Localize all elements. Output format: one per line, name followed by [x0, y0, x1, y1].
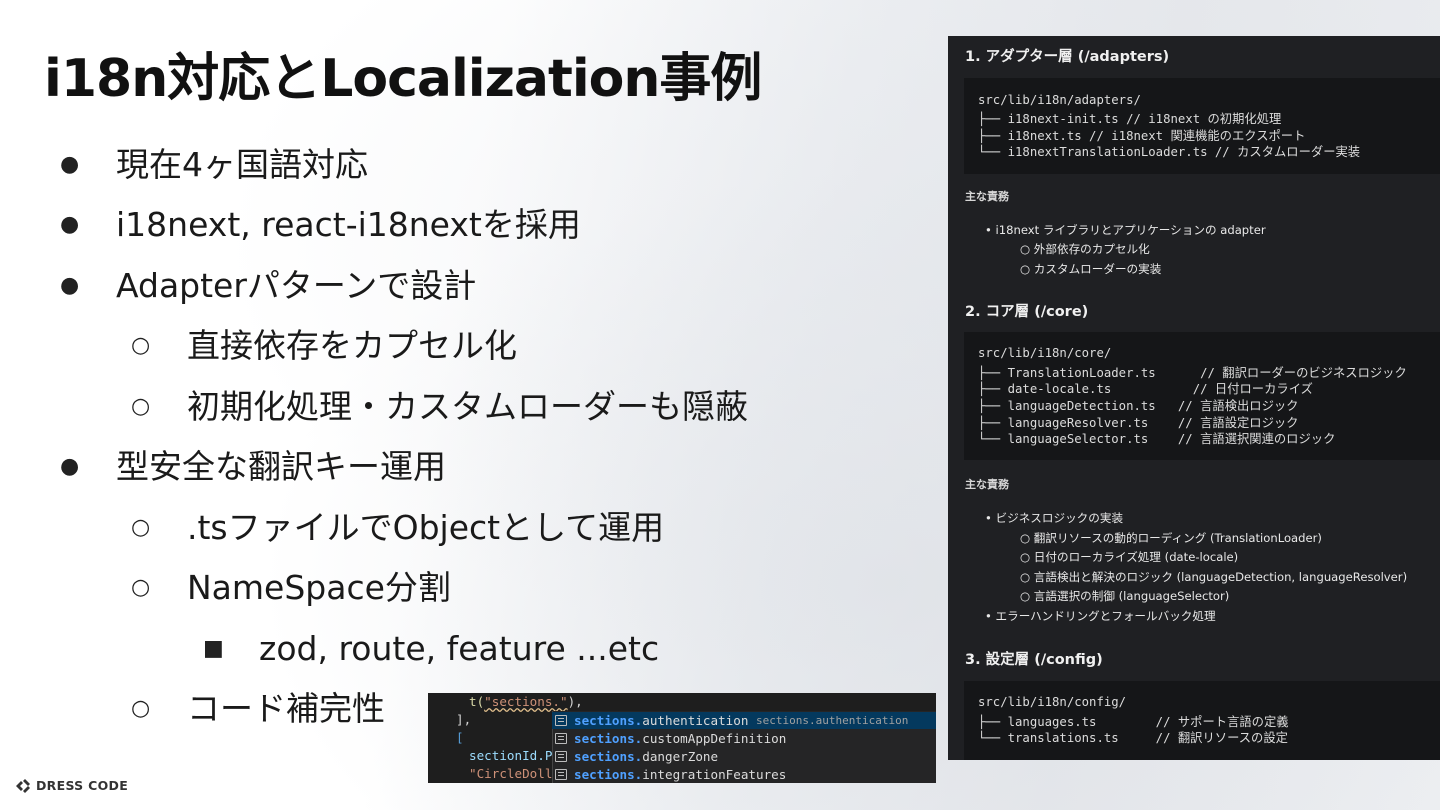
- suggestion-item[interactable]: sections.dangerZone: [552, 748, 936, 765]
- responsibility-subitem: ○ 言語選択の制御 (languageSelector): [1020, 589, 1230, 603]
- bullet-text: 直接依存をカプセル化: [187, 326, 517, 365]
- code-line: └── translations.ts // 翻訳リソースの設定: [978, 731, 1288, 745]
- bullet-text: i18next, react-i18nextを採用: [116, 205, 581, 244]
- bullet-marker: ●: [60, 454, 80, 479]
- section-heading-config: 3. 設定層 (/config): [965, 652, 1103, 668]
- responsibility-item: • ビジネスロジックの実装: [985, 511, 1124, 525]
- bullet-marker: ■: [203, 636, 224, 661]
- code-block-config: src/lib/i18n/config/ ├── languages.ts //…: [964, 681, 1440, 760]
- field-icon: [555, 733, 567, 744]
- editor-line: "CircleDolla: [469, 766, 560, 781]
- code-line: └── languageSelector.ts // 言語選択関連のロジック: [978, 432, 1336, 446]
- responsibility-subitem: ○ 言語検出と解決のロジック (languageDetection, langu…: [1020, 570, 1408, 584]
- suggestion-item[interactable]: sections.customAppDefinition: [552, 730, 936, 747]
- section-heading-adapters: 1. アダプター層 (/adapters): [965, 49, 1170, 65]
- field-icon: [555, 769, 567, 780]
- bullet-marker: ○: [131, 515, 151, 540]
- editor-line: [: [456, 730, 464, 745]
- slide-title: i18n対応とLocalization事例: [44, 49, 762, 109]
- bullet-marker: ○: [131, 575, 151, 600]
- editor-line: t("sections."),: [469, 694, 583, 709]
- responsibility-heading: 主な責務: [965, 478, 1009, 491]
- code-line: └── i18nextTranslationLoader.ts // カスタムロ…: [978, 145, 1361, 159]
- bullet-text: 現在4ヶ国語対応: [116, 145, 368, 184]
- bullet-text: zod, route, feature ...etc: [259, 629, 660, 668]
- responsibility-heading: 主な責務: [965, 190, 1009, 203]
- field-icon: [555, 751, 567, 762]
- responsibility-subitem: ○ 翻訳リソースの動的ローディング (TranslationLoader): [1020, 531, 1322, 545]
- bullet-marker: ○: [131, 333, 151, 358]
- suggestion-item[interactable]: sections.integrationFeatures: [552, 766, 936, 783]
- bullet-marker: ●: [60, 152, 80, 177]
- code-block-adapters: src/lib/i18n/adapters/ ├── i18next-init.…: [964, 78, 1440, 174]
- code-line: src/lib/i18n/adapters/: [978, 93, 1141, 107]
- dress-code-logo-icon: [16, 779, 30, 793]
- code-line: ├── languageDetection.ts // 言語検出ロジック: [978, 399, 1299, 413]
- bullet-text: コード補完性: [187, 689, 385, 728]
- bullet-text: 初期化処理・カスタムローダーも隠蔽: [187, 387, 748, 426]
- bullet-marker: ○: [131, 696, 151, 721]
- code-line: ├── i18next-init.ts // i18next の初期化処理: [978, 112, 1282, 126]
- bullet-marker: ●: [60, 273, 80, 298]
- bullet-text: NameSpace分割: [187, 568, 451, 607]
- editor-line: sectionId.PR: [469, 748, 560, 763]
- bullet-text: Adapterパターンで設計: [116, 266, 477, 305]
- responsibility-subitem: ○ カスタムローダーの実装: [1020, 262, 1162, 276]
- bullet-text: .tsファイルでObjectとして運用: [187, 508, 665, 547]
- code-block-core: src/lib/i18n/core/ ├── TranslationLoader…: [964, 332, 1440, 460]
- responsibility-item: • エラーハンドリングとフォールバック処理: [985, 609, 1216, 623]
- responsibility-subitem: ○ 日付のローカライズ処理 (date-locale): [1020, 550, 1239, 564]
- logo-text: DRESS CODE: [36, 778, 129, 793]
- field-icon: [555, 715, 567, 726]
- bullet-text: 型安全な翻訳キー運用: [116, 447, 446, 486]
- bullet-marker: ●: [60, 212, 80, 237]
- bullet-marker: ○: [131, 394, 151, 419]
- code-line: src/lib/i18n/config/: [978, 695, 1127, 709]
- section-heading-core: 2. コア層 (/core): [965, 304, 1089, 320]
- code-line: src/lib/i18n/core/: [978, 346, 1112, 360]
- code-structure-panel: 1. アダプター層 (/adapters) src/lib/i18n/adapt…: [948, 36, 1440, 760]
- suggestion-detail: sections.authentication: [756, 714, 909, 727]
- responsibility-item: • i18next ライブラリとアプリケーションの adapter: [985, 223, 1266, 237]
- responsibility-subitem: ○ 外部依存のカプセル化: [1020, 242, 1150, 256]
- editor-line: ],: [456, 712, 472, 727]
- code-line: ├── date-locale.ts // 日付ローカライズ: [978, 382, 1313, 396]
- suggestion-item-selected[interactable]: sections.authentication sections.authent…: [552, 712, 936, 729]
- autocomplete-screenshot: t("sections."), ], [ sectionId.PR "Circl…: [428, 693, 936, 783]
